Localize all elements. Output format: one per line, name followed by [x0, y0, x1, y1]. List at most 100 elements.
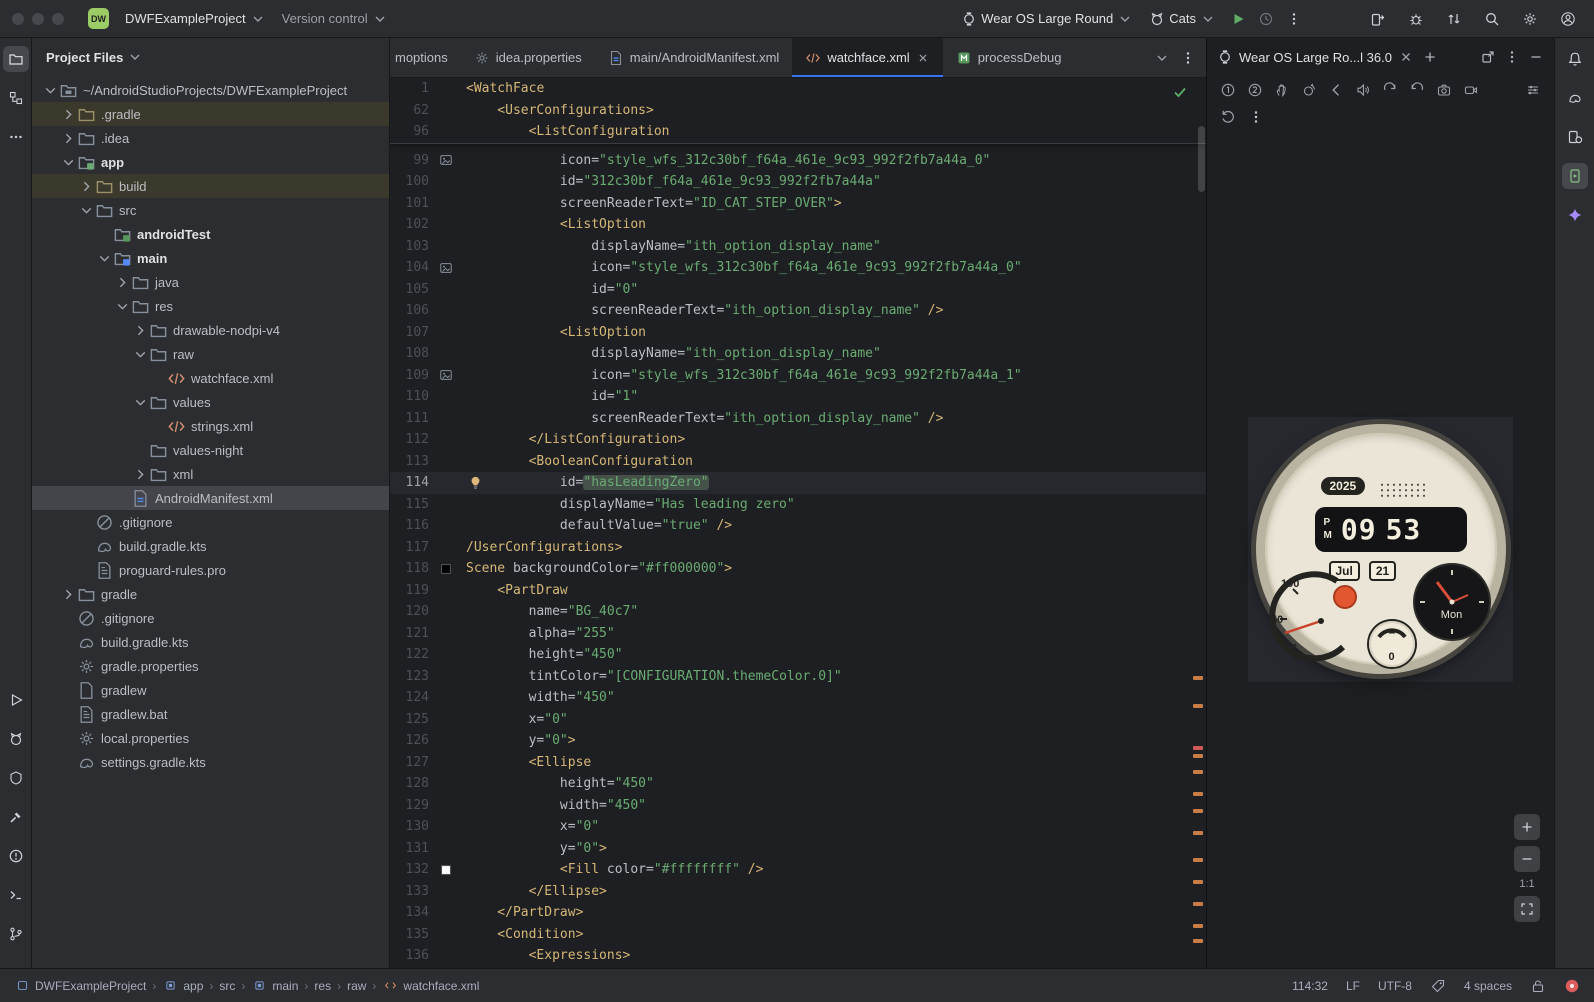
stripe-mark[interactable]: [1193, 858, 1203, 862]
chevron-right-icon[interactable]: [60, 106, 77, 123]
settings-button[interactable]: [1516, 5, 1544, 33]
code-line-108[interactable]: 108 displayName="ith_option_display_name": [390, 343, 1206, 365]
stripe-mark[interactable]: [1193, 939, 1203, 943]
breadcrumb-watchface-xml[interactable]: watchface.xml: [382, 978, 479, 994]
code-line-109[interactable]: 109 icon="style_wfs_312c30bf_f64a_461e_9c…: [390, 365, 1206, 387]
close-device-tab-icon[interactable]: [1398, 49, 1414, 65]
stripe-mark[interactable]: [1193, 809, 1203, 813]
tool-button-project[interactable]: [2, 46, 29, 72]
tool-button-version-control[interactable]: [3, 921, 29, 947]
tree-item-settings-gradle-kts[interactable]: settings.gradle.kts: [32, 750, 389, 774]
device-rotr-button[interactable]: [1408, 81, 1426, 99]
inspection-status[interactable]: [1172, 84, 1188, 104]
stripe-mark[interactable]: [1193, 880, 1203, 884]
image-preview-icon[interactable]: [438, 152, 454, 168]
lock-icon[interactable]: [1530, 978, 1546, 994]
tab-options-icon[interactable]: [1180, 50, 1196, 66]
tab-watchface-xml[interactable]: watchface.xml: [792, 38, 943, 77]
code-line-119[interactable]: 119 <PartDraw: [390, 580, 1206, 602]
code-line-126[interactable]: 126 y="0">: [390, 730, 1206, 752]
code-line-122[interactable]: 122 height="450": [390, 644, 1206, 666]
tab-idea-properties[interactable]: idea.properties: [461, 38, 595, 77]
tree-item-build-gradle-kts[interactable]: build.gradle.kts: [32, 630, 389, 654]
tab-list-chevron-icon[interactable]: [1154, 50, 1170, 66]
tool-button-notifications[interactable]: [1562, 46, 1588, 72]
macos-minimize-button[interactable]: [32, 12, 44, 25]
chevron-right-icon[interactable]: [60, 130, 77, 147]
tree-item-gradle[interactable]: gradle: [32, 582, 389, 606]
tree-item-idea[interactable]: .idea: [32, 126, 389, 150]
image-preview-icon[interactable]: [438, 367, 454, 383]
tree-item-res[interactable]: res: [32, 294, 389, 318]
intention-bulb-icon[interactable]: [468, 475, 483, 490]
breadcrumb-res[interactable]: res: [314, 979, 331, 993]
tab-processdebug[interactable]: processDebug: [943, 38, 1075, 77]
code-line-120[interactable]: 120 name="BG_40c7": [390, 601, 1206, 623]
tree-item-app[interactable]: app: [32, 150, 389, 174]
device-rec-button[interactable]: [1462, 81, 1480, 99]
code-line-134[interactable]: 134 </PartDraw>: [390, 902, 1206, 924]
macos-close-button[interactable]: [12, 12, 24, 25]
code-line-99[interactable]: 99 icon="style_wfs_312c30bf_f64a_461e_9c9…: [390, 150, 1206, 172]
code-line-135[interactable]: 135 <Condition>: [390, 924, 1206, 946]
code-line-124[interactable]: 124 width="450": [390, 687, 1206, 709]
run-configuration-selector[interactable]: Cats: [1141, 7, 1224, 31]
code-line-129[interactable]: 129 width="450": [390, 795, 1206, 817]
chevron-down-icon[interactable]: [132, 394, 149, 411]
code-line-96[interactable]: 96 <ListConfiguration: [390, 121, 1206, 143]
profiler-button[interactable]: [1252, 5, 1280, 33]
panel-options-button[interactable]: [1504, 49, 1520, 65]
tool-button-logcat[interactable]: [3, 726, 29, 752]
project-view-header[interactable]: Project Files: [32, 38, 389, 76]
device-audio-button[interactable]: [1354, 81, 1372, 99]
tree-item-xml[interactable]: xml: [32, 462, 389, 486]
tree-item-java[interactable]: java: [32, 270, 389, 294]
close-tab-icon[interactable]: [916, 51, 930, 65]
chevron-down-icon[interactable]: [78, 202, 95, 219]
tree-item-build[interactable]: build: [32, 174, 389, 198]
running-device-tab[interactable]: Wear OS Large Ro...l 36.0: [1217, 49, 1414, 65]
chevron-down-icon[interactable]: [132, 346, 149, 363]
code-line-136[interactable]: 136 <Expressions>: [390, 945, 1206, 967]
code-line-105[interactable]: 105 id="0": [390, 279, 1206, 301]
tree-item-values-night[interactable]: values-night: [32, 438, 389, 462]
code-editor[interactable]: 1 <WatchFace 62 <UserConfigurations> 96 <List…: [390, 78, 1206, 968]
zoom-reset-button[interactable]: 1:1: [1519, 878, 1534, 890]
breadcrumb-dwfexampleproject[interactable]: DWFExampleProject: [14, 978, 146, 994]
code-line-131[interactable]: 131 y="0">: [390, 838, 1206, 860]
more-run-actions-button[interactable]: [1280, 5, 1308, 33]
code-line-104[interactable]: 104 icon="style_wfs_312c30bf_f64a_461e_9c…: [390, 257, 1206, 279]
code-line-111[interactable]: 111 screenReaderText="ith_option_display_…: [390, 408, 1206, 430]
chevron-right-icon[interactable]: [78, 178, 95, 195]
code-line-107[interactable]: 107 <ListOption: [390, 322, 1206, 344]
tree-item-local-properties[interactable]: local.properties: [32, 726, 389, 750]
code-line-133[interactable]: 133 </Ellipse>: [390, 881, 1206, 903]
code-line-114[interactable]: 114 id="hasLeadingZero": [390, 472, 1206, 494]
tool-button-gemini[interactable]: [1562, 202, 1588, 228]
code-line-112[interactable]: 112 </ListConfiguration>: [390, 429, 1206, 451]
tab-main-androidmanifest-xml[interactable]: main/AndroidManifest.xml: [595, 38, 793, 77]
device-cam-button[interactable]: [1435, 81, 1453, 99]
run-button[interactable]: [1224, 5, 1252, 33]
code-line-100[interactable]: 100 id="312c30bf_f64a_461e_9c93_992f2fb7a…: [390, 171, 1206, 193]
code-line-132[interactable]: 132 <Fill color="#ffffffff" />: [390, 859, 1206, 881]
code-line-110[interactable]: 110 id="1": [390, 386, 1206, 408]
tree-item-gitignore[interactable]: .gitignore: [32, 606, 389, 630]
stripe-mark[interactable]: [1193, 770, 1203, 774]
encoding-indicator[interactable]: UTF-8: [1378, 979, 1412, 993]
tab-moptions[interactable]: moptions: [390, 38, 461, 77]
stripe-mark[interactable]: [1193, 831, 1203, 835]
caret-position[interactable]: 114:32: [1292, 979, 1328, 993]
stripe-mark[interactable]: [1193, 676, 1203, 680]
code-line-103[interactable]: 103 displayName="ith_option_display_name": [390, 236, 1206, 258]
zoom-in-button[interactable]: [1514, 814, 1540, 840]
tool-button-gradle[interactable]: [1562, 85, 1588, 111]
code-line-125[interactable]: 125 x="0": [390, 709, 1206, 731]
tree-item-watchface-xml[interactable]: watchface.xml: [32, 366, 389, 390]
line-separator-indicator[interactable]: LF: [1346, 979, 1360, 993]
tree-item-drawable-nodpi-v4[interactable]: drawable-nodpi-v4: [32, 318, 389, 342]
tree-item-androidstudioprojects-dwfexampleproject[interactable]: ~/AndroidStudioProjects/DWFExampleProjec…: [32, 78, 389, 102]
color-swatch-icon[interactable]: [438, 862, 454, 878]
code-line-62[interactable]: 62 <UserConfigurations>: [390, 100, 1206, 122]
device-c1-button[interactable]: [1219, 81, 1237, 99]
